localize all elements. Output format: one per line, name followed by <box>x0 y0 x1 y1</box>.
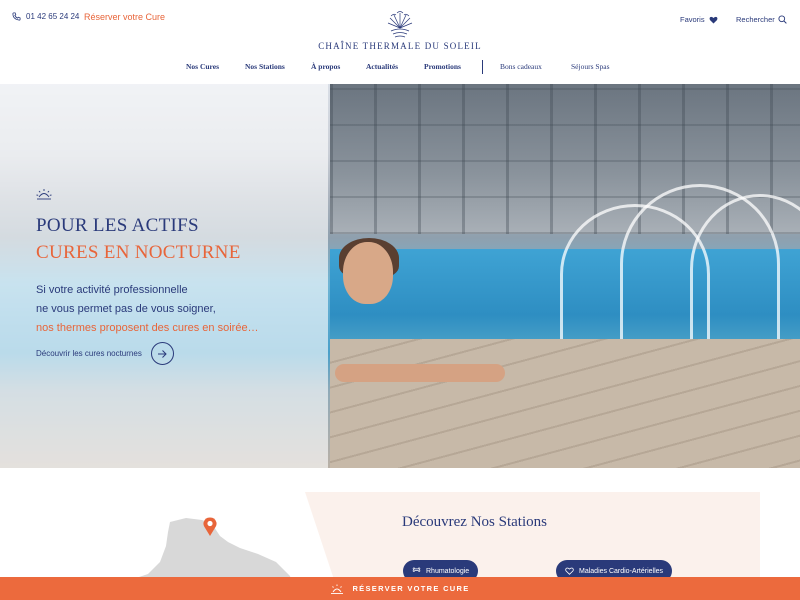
bottom-bar-label: RÉSERVER VOTRE CURE <box>352 584 470 593</box>
phone-link[interactable]: 01 42 65 24 24 <box>12 12 79 21</box>
phone-number: 01 42 65 24 24 <box>26 12 80 21</box>
reserve-cure-sticky-button[interactable]: RÉSERVER VOTRE CURE <box>0 577 800 600</box>
favorites-link[interactable]: Favoris <box>680 15 718 24</box>
nav-item-nos-cures[interactable]: Nos Cures <box>186 62 219 71</box>
map-pin-icon[interactable] <box>203 517 217 537</box>
chip-label: Maladies Cardio-Artérielles <box>579 567 664 575</box>
arrow-right-icon <box>158 349 168 358</box>
nav-item-a-propos[interactable]: À propos <box>311 62 340 71</box>
cta-arrow-button[interactable] <box>150 342 174 365</box>
bone-icon <box>412 567 421 572</box>
search-link[interactable]: Rechercher <box>736 15 787 24</box>
sunset-icon <box>331 584 344 594</box>
chip-label: Rhumatologie <box>426 567 470 575</box>
nav-item-actualites[interactable]: Actualités <box>366 62 398 71</box>
nav-item-promotions[interactable]: Promotions <box>424 62 461 71</box>
hero-title: POUR LES ACTIFS <box>36 215 199 236</box>
nav-divider <box>482 60 483 74</box>
search-icon <box>778 15 787 24</box>
stations-title: Découvrez Nos Stations <box>402 514 547 530</box>
sun-logo-icon <box>387 11 413 38</box>
hero-woman-figure <box>335 238 505 382</box>
hero-desc-line: Si votre activité professionnelle <box>36 284 188 296</box>
phone-icon <box>12 12 21 21</box>
hero-desc-line: ne vous permet pas de vous soigner, <box>36 303 216 315</box>
brand-logo[interactable]: CHAÎNE THERMALE DU SOLEIL <box>310 10 490 51</box>
heart-icon <box>709 16 718 24</box>
reserve-cure-link[interactable]: Réserver votre Cure <box>84 12 165 22</box>
site-header: 01 42 65 24 24 Réserver votre Cure CHAÎN… <box>0 0 800 84</box>
main-nav: Nos Cures Nos Stations À propos Actualit… <box>0 60 800 76</box>
nav-item-sejours-spas[interactable]: Séjours Spas <box>571 62 610 71</box>
sunset-icon <box>36 189 52 200</box>
nav-item-nos-stations[interactable]: Nos Stations <box>245 62 285 71</box>
hero-description: Si votre activité professionnelle ne vou… <box>36 281 326 338</box>
hero-banner: POUR LES ACTIFS CURES EN NOCTURNE Si vot… <box>0 84 800 468</box>
nav-item-bons-cadeaux[interactable]: Bons cadeaux <box>500 62 542 71</box>
cta-label: Découvrir les cures nocturnes <box>36 349 142 358</box>
search-label: Rechercher <box>736 15 775 24</box>
heart-icon <box>565 567 574 575</box>
discover-night-cures-link[interactable]: Découvrir les cures nocturnes <box>36 342 174 365</box>
favorites-label: Favoris <box>680 15 705 24</box>
brand-name: CHAÎNE THERMALE DU SOLEIL <box>318 41 482 51</box>
hero-subtitle: CURES EN NOCTURNE <box>36 242 241 263</box>
hero-desc-highlight: nos thermes proposent des cures en soiré… <box>36 322 259 334</box>
hero-text-overlay <box>0 84 328 468</box>
